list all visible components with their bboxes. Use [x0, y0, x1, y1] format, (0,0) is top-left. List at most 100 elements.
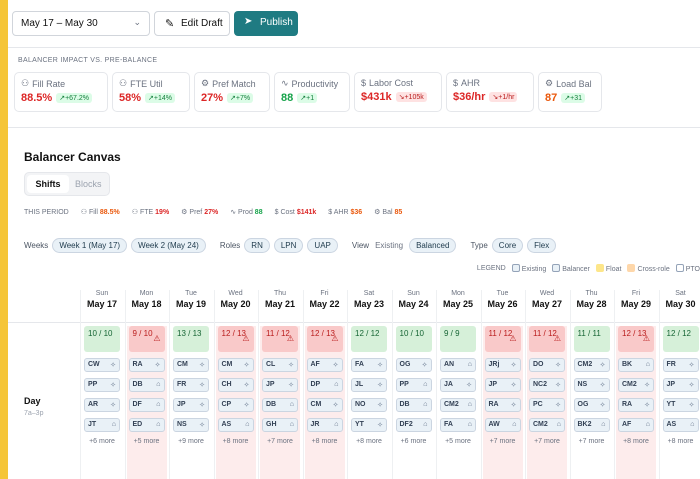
edit-draft-button[interactable]: ✎ Edit Draft [154, 11, 230, 36]
more-link[interactable]: +8 more [305, 438, 345, 445]
shift-chip[interactable]: AF ✧ [306, 358, 343, 372]
shift-chip[interactable]: NC2 ✧ [529, 378, 565, 392]
day-cell[interactable]: 11 / 12 ⚠ CL ✧ JP ✧ DB ⌂ GH ⌂ +7 more [260, 326, 300, 479]
day-cell[interactable]: 9 / 10 ⚠ RA ✧ DB ⌂ DF ⌂ ED ⌂ +5 more [126, 326, 167, 479]
day-cell[interactable]: 12 / 13 ⚠ AF ✧ DP ⌂ CM ✧ JR ⌂ +8 more [304, 326, 345, 479]
more-link[interactable]: +6 more [394, 438, 434, 445]
shift-chip[interactable]: CW ✧ [84, 358, 120, 372]
shift-chip[interactable]: OG ✧ [395, 358, 432, 372]
shift-chip[interactable]: BK2 ⌂ [573, 418, 610, 432]
day-cell[interactable]: 13 / 13 CM ✧ FR ✧ JP ✧ NS ✧ +9 more [171, 326, 211, 479]
shift-chip[interactable]: RA ✧ [484, 398, 521, 412]
shift-chip[interactable]: AF ⌂ [618, 418, 654, 432]
shift-chip[interactable]: BK ⌂ [618, 358, 654, 372]
shift-chip[interactable]: AW ⌂ [484, 418, 521, 432]
shift-chip[interactable]: FR ✧ [173, 378, 209, 392]
day-cell[interactable]: 10 / 10 CW ✧ PP ✧ AR ✧ JT ⌂ +6 more [82, 326, 122, 479]
shift-chip[interactable]: AS ⌂ [217, 418, 254, 432]
more-link[interactable]: +8 more [661, 438, 700, 445]
shift-initials: JP [666, 381, 676, 388]
day-cell[interactable]: 11 / 12 ⚠ JRj ✧ JP ✧ RA ✧ AW ⌂ +7 more [482, 326, 523, 479]
shift-chip[interactable]: DF ⌂ [128, 398, 165, 412]
shift-chip[interactable]: CM ✧ [306, 398, 343, 412]
shift-chip[interactable]: FR ✧ [662, 358, 699, 372]
role-uap-filter[interactable]: UAP [307, 238, 338, 253]
shift-chip[interactable]: JR ⌂ [306, 418, 343, 432]
view-existing[interactable]: Existing [373, 239, 405, 252]
shift-chip[interactable]: RA ✧ [618, 398, 654, 412]
shift-chip[interactable]: AR ✧ [84, 398, 120, 412]
shift-chip[interactable]: NS ✧ [173, 418, 209, 432]
shift-chip[interactable]: AS ⌂ [662, 418, 699, 432]
day-cell[interactable]: 9 / 9 AN ⌂ JA ✧ CM2 ⌂ FA ⌂ +5 more [438, 326, 478, 479]
shift-chip[interactable]: CM ✧ [173, 358, 209, 372]
more-link[interactable]: +7 more [260, 438, 300, 445]
tab-blocks[interactable]: Blocks [75, 179, 102, 189]
shift-chip[interactable]: JRj ✧ [484, 358, 521, 372]
shift-chip[interactable]: PP ✧ [84, 378, 120, 392]
more-link[interactable]: +9 more [171, 438, 211, 445]
day-cell[interactable]: 12 / 13 ⚠ BK ⌂ CM2 ✧ RA ✧ AF ⌂ +8 more [616, 326, 656, 479]
more-link[interactable]: +8 more [216, 438, 256, 445]
shift-chip[interactable]: RA ✧ [128, 358, 165, 372]
day-cell[interactable]: 12 / 13 ⚠ CM ✧ CH ✧ CP ✧ AS ⌂ +8 more [215, 326, 256, 479]
shift-chip[interactable]: JP ✧ [173, 398, 209, 412]
shift-chip[interactable]: CM2 ⌂ [529, 418, 565, 432]
day-cell[interactable]: 12 / 12 FR ✧ JP ✧ YT ✧ AS ⌂ +8 more [661, 326, 700, 479]
more-link[interactable]: +8 more [349, 438, 389, 445]
shift-chip[interactable]: YT ✧ [662, 398, 699, 412]
shift-chip[interactable]: NO ✧ [351, 398, 387, 412]
more-link[interactable]: +6 more [82, 438, 122, 445]
shift-chip[interactable]: CH ✧ [217, 378, 254, 392]
shift-chip[interactable]: AN ⌂ [440, 358, 476, 372]
view-balanced[interactable]: Balanced [409, 238, 457, 253]
role-rn-filter[interactable]: RN [244, 238, 270, 253]
more-link[interactable]: +7 more [572, 438, 612, 445]
shift-chip[interactable]: ED ⌂ [128, 418, 165, 432]
shift-chip[interactable]: OG ✧ [573, 398, 610, 412]
week1-filter[interactable]: Week 1 (May 17) [52, 238, 128, 253]
shift-chip[interactable]: CM2 ✧ [618, 378, 654, 392]
shift-chip[interactable]: DB ⌂ [128, 378, 165, 392]
shift-chip[interactable]: JP ✧ [662, 378, 699, 392]
shift-chip[interactable]: JP ✧ [484, 378, 521, 392]
shift-chip[interactable]: DB ⌂ [262, 398, 298, 412]
shift-chip[interactable]: DB ⌂ [395, 398, 432, 412]
role-lpn-filter[interactable]: LPN [273, 238, 304, 253]
shift-chip[interactable]: JA ✧ [440, 378, 476, 392]
type-flex-filter[interactable]: Flex [527, 238, 557, 253]
more-link[interactable]: +5 more [438, 438, 478, 445]
shift-chip[interactable]: JT ⌂ [84, 418, 120, 432]
shift-chip[interactable]: JL ✧ [351, 378, 387, 392]
shift-chip[interactable]: PP ⌂ [395, 378, 432, 392]
shift-chip[interactable]: FA ✧ [351, 358, 387, 372]
day-cell[interactable]: 10 / 10 OG ✧ PP ⌂ DB ⌂ DF2 ⌂ +6 more [394, 326, 434, 479]
shift-chip[interactable]: FA ⌂ [440, 418, 476, 432]
type-core-filter[interactable]: Core [491, 238, 524, 253]
tab-shifts[interactable]: Shifts [27, 175, 69, 193]
shift-chip[interactable]: YT ✧ [351, 418, 387, 432]
more-link[interactable]: +5 more [127, 438, 167, 445]
week2-filter[interactable]: Week 2 (May 24) [131, 238, 206, 253]
shift-chip[interactable]: DO ✧ [529, 358, 565, 372]
shift-chip[interactable]: CM ✧ [217, 358, 254, 372]
day-cell[interactable]: 12 / 12 FA ✧ JL ✧ NO ✧ YT ✧ +8 more [349, 326, 389, 479]
shift-chip[interactable]: CP ✧ [217, 398, 254, 412]
shift-chip[interactable]: GH ⌂ [262, 418, 298, 432]
shift-chip[interactable]: CL ✧ [262, 358, 298, 372]
shift-chip[interactable]: CM2 ✧ [573, 358, 610, 372]
more-link[interactable]: +8 more [616, 438, 656, 445]
shift-chip[interactable]: PC ✧ [529, 398, 565, 412]
shift-chip[interactable]: JP ✧ [262, 378, 298, 392]
day-cell[interactable]: 11 / 11 CM2 ✧ NS ✧ OG ✧ BK2 ⌂ +7 more [572, 326, 612, 479]
more-link[interactable]: +7 more [527, 438, 567, 445]
date-range-select[interactable]: May 17 – May 30 ⌄ [12, 11, 150, 36]
shift-chip[interactable]: DP ⌂ [306, 378, 343, 392]
shift-chip[interactable]: NS ✧ [573, 378, 610, 392]
shift-chip[interactable]: DF2 ⌂ [395, 418, 432, 432]
period-stat-value: 27% [204, 209, 219, 216]
more-link[interactable]: +7 more [483, 438, 523, 445]
day-cell[interactable]: 11 / 12 ⚠ DO ✧ NC2 ✧ PC ✧ CM2 ⌂ +7 more [527, 326, 567, 479]
shift-chip[interactable]: CM2 ⌂ [440, 398, 476, 412]
publish-button[interactable]: ➤ Publish [234, 11, 298, 36]
